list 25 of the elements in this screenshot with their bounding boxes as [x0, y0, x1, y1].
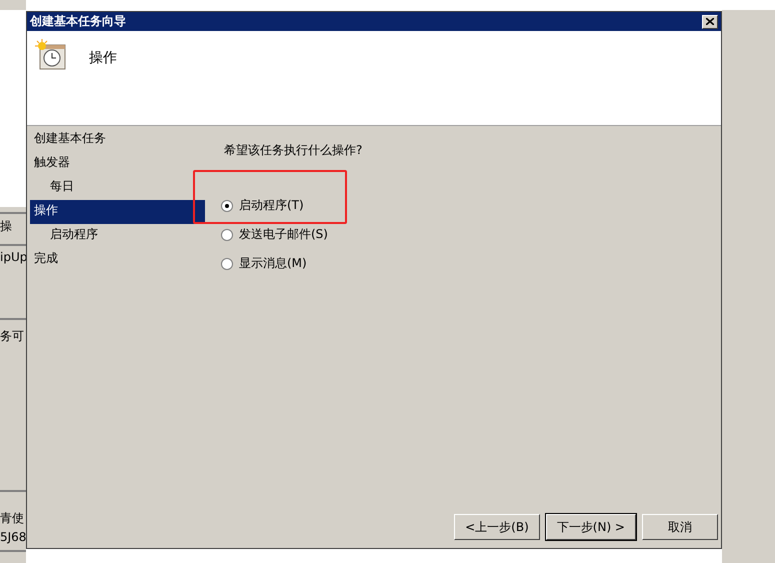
cell-text: 操: [0, 218, 12, 235]
nav-item[interactable]: 启动程序: [30, 224, 205, 248]
cell-text: 5J68: [0, 530, 26, 544]
radio-button[interactable]: [221, 258, 233, 270]
page-heading: 操作: [89, 49, 117, 67]
clock-icon: [35, 39, 67, 71]
nav-item[interactable]: 操作: [30, 200, 205, 224]
radio-button[interactable]: [221, 228, 233, 240]
cell-text: 青使: [0, 510, 24, 527]
nav-item[interactable]: 每日: [30, 176, 205, 200]
radio-option[interactable]: 启动程序(T): [221, 191, 304, 220]
nav-item[interactable]: 完成: [30, 248, 205, 272]
question-text: 希望该任务执行什么操作?: [224, 142, 364, 159]
cell-text: 务可: [0, 328, 24, 345]
radio-button[interactable]: [221, 200, 233, 212]
cancel-button[interactable]: 取消: [642, 514, 718, 540]
radio-option[interactable]: 发送电子邮件(S): [221, 220, 328, 249]
back-button[interactable]: <上一步(B): [454, 514, 540, 540]
radio-option[interactable]: 显示消息(M): [221, 249, 307, 278]
window-title: 创建基本任务向导: [30, 13, 126, 30]
next-button[interactable]: 下一步(N) >: [546, 514, 636, 540]
nav-item[interactable]: 触发器: [30, 152, 205, 176]
nav-item[interactable]: 创建基本任务: [30, 128, 205, 152]
close-button[interactable]: [702, 14, 718, 28]
close-icon: [706, 18, 714, 25]
